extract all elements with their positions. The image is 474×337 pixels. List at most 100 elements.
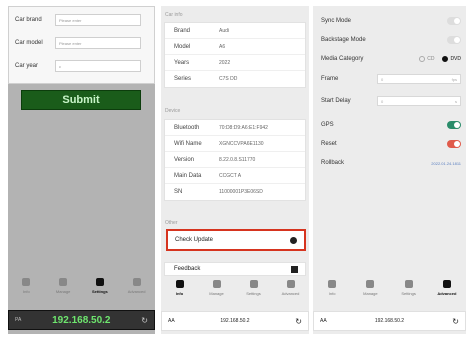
car-icon <box>175 280 184 288</box>
car-brand-row: Car brand Please enter <box>15 13 141 27</box>
frame-row: Frame 0 fps <box>321 72 461 86</box>
car-icon <box>22 278 31 286</box>
tab-manage[interactable]: Manage <box>48 278 78 294</box>
manage-icon <box>59 278 68 286</box>
tab-info[interactable]: Info <box>317 280 347 296</box>
info-row-brand: Brand Audi <box>165 23 305 39</box>
ip-bar: AA 192.168.50.2 ↻ <box>313 311 466 331</box>
car-year-label: Car year <box>15 63 39 69</box>
feedback-row[interactable]: Feedback <box>165 263 305 275</box>
refresh-icon[interactable]: ↻ <box>141 316 148 325</box>
car-model-input[interactable]: Please enter <box>55 37 141 49</box>
tab-settings-label: Settings <box>91 289 108 294</box>
section-car-info: Car info <box>165 12 183 18</box>
tab-advanced[interactable]: Advanced <box>276 280 306 296</box>
feedback-label: Feedback <box>174 266 201 272</box>
ip-bar: PA 192.168.50.2 ↻ <box>8 310 155 330</box>
info-row-series: Series C7S DD <box>165 71 305 87</box>
start-delay-value: 0 <box>381 98 384 104</box>
info-row-main-data: Main Data CCGCT A <box>165 168 305 184</box>
car-info-card: Brand Audi Model A6 Years 2022 Series C7… <box>164 22 306 88</box>
frame-input[interactable]: 0 fps <box>377 74 461 84</box>
main-data-value: CCGCT A <box>219 172 242 179</box>
car-brand-label: Car brand <box>15 17 42 23</box>
tab-advanced[interactable]: Advanced <box>432 280 462 296</box>
feedback-card: Feedback <box>164 262 306 276</box>
rollback-row: Rollback 2022.01.24.1811 <box>321 156 461 170</box>
start-delay-input[interactable]: 0 s <box>377 96 461 106</box>
start-delay-label: Start Delay <box>321 98 351 104</box>
media-option-cd[interactable]: CD <box>419 56 434 62</box>
tab-advanced-label: Advanced <box>281 291 300 296</box>
car-model-row: Car model Please enter <box>15 36 141 50</box>
gear-icon <box>95 278 104 286</box>
gps-toggle[interactable] <box>447 121 461 129</box>
car-brand-input[interactable]: Please enter <box>55 14 141 26</box>
bottom-tab-bar: Info Manage Settings Advanced <box>161 280 309 310</box>
brand-key: Brand <box>174 27 191 34</box>
wifi-value: XGNCCVPA6E1130 <box>219 140 264 147</box>
info-row-sn: SN 11000001P3E06SD <box>165 184 305 200</box>
submit-button[interactable]: Submit <box>21 90 141 110</box>
gear-icon <box>249 280 258 288</box>
tab-manage[interactable]: Manage <box>355 280 385 296</box>
gear-icon <box>404 280 413 288</box>
info-row-version: Version 8.22.0.8.S11770 <box>165 152 305 168</box>
tab-manage-label: Manage <box>55 289 71 294</box>
check-update-button[interactable]: Check Update <box>166 229 306 251</box>
media-category-row: Media Category CD DVD <box>321 52 461 66</box>
settings-panel-info: Car info Brand Audi Model A6 Years 2022 … <box>161 6 309 334</box>
bottom-tab-bar: Info Manage Settings Advanced <box>8 278 155 308</box>
tab-info-label: Info <box>328 291 336 296</box>
refresh-icon[interactable]: ↻ <box>452 317 459 326</box>
radio-selected-icon <box>442 56 449 62</box>
info-row-wifi: Wifi Name XGNCCVPA6E1130 <box>165 136 305 152</box>
years-key: Years <box>174 59 190 66</box>
media-option-dvd[interactable]: DVD <box>442 56 461 62</box>
sn-key: SN <box>174 189 183 195</box>
reset-label: Reset <box>321 141 337 147</box>
manage-icon <box>212 280 221 288</box>
backstage-mode-label: Backstage Mode <box>321 37 366 43</box>
tab-settings[interactable]: Settings <box>394 280 424 296</box>
info-row-bluetooth: Bluetooth 70:D8:D9:A6:E1:F942 <box>165 120 305 136</box>
ip-address: 192.168.50.2 <box>220 318 250 324</box>
frame-value: 0 <box>381 76 384 82</box>
sn-value: 11000001P3E06SD <box>219 189 263 195</box>
tab-info[interactable]: Info <box>11 278 41 294</box>
chevron-right-icon <box>291 265 298 273</box>
car-year-input[interactable]: c <box>55 60 141 72</box>
tab-manage[interactable]: Manage <box>202 280 232 296</box>
car-form: Car brand Please enter Car model Please … <box>8 6 155 84</box>
refresh-icon[interactable]: ↻ <box>295 317 302 326</box>
check-update-label: Check Update <box>175 237 214 243</box>
model-value: A6 <box>219 43 226 50</box>
backstage-mode-toggle[interactable] <box>447 36 461 44</box>
ip-address: 192.168.50.2 <box>374 318 405 324</box>
section-device: Device <box>165 108 181 114</box>
years-value: 2022 <box>219 59 231 66</box>
tab-settings-label: Settings <box>401 291 416 296</box>
media-option-dvd-label: DVD <box>450 56 461 62</box>
tab-settings[interactable]: Settings <box>85 278 115 294</box>
series-key: Series <box>174 76 192 82</box>
media-category-label: Media Category <box>321 56 364 62</box>
ip-address: 192.168.50.2 <box>52 314 111 326</box>
tab-info-label: Info <box>175 291 184 296</box>
wifi-key: Wifi Name <box>174 140 202 147</box>
car-model-label: Car model <box>15 40 43 46</box>
rollback-value[interactable]: 2022.01.24.1811 <box>431 161 461 166</box>
tab-info[interactable]: Info <box>165 280 195 296</box>
gps-row: GPS <box>321 118 461 132</box>
sync-mode-toggle[interactable] <box>447 17 461 25</box>
tab-settings[interactable]: Settings <box>239 280 269 296</box>
tab-advanced[interactable]: Advanced <box>122 278 152 294</box>
car-year-row: Car year c <box>15 59 141 73</box>
info-row-model: Model A6 <box>165 39 305 55</box>
brand-value: Audi <box>219 27 230 34</box>
grid-icon <box>286 280 295 288</box>
start-delay-unit: s <box>455 98 457 104</box>
main-data-key: Main Data <box>174 172 202 179</box>
device-info-card: Bluetooth 70:D8:D9:A6:E1:F942 Wifi Name … <box>164 119 306 201</box>
reset-button[interactable] <box>447 140 461 148</box>
